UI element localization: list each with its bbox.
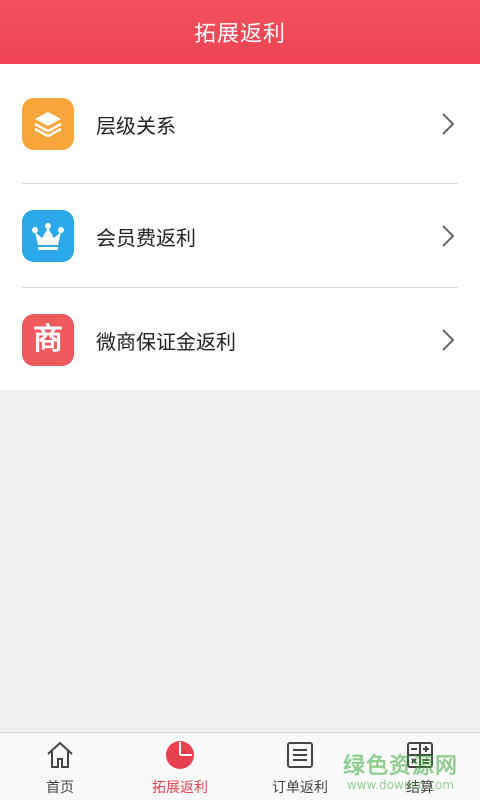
menu-item-label: 会员费返利 — [96, 225, 196, 250]
tab-label: 首页 — [46, 780, 74, 796]
tab-home[interactable]: 首页 — [0, 733, 120, 800]
tab-expand-rebate[interactable]: 拓展返利 — [120, 733, 240, 800]
menu-item-deposit-rebate[interactable]: 商 微商保证金返利 — [0, 288, 480, 392]
crown-icon — [22, 210, 74, 262]
top-header: 拓展返利 — [0, 0, 480, 64]
shop-badge-text: 商 — [33, 322, 63, 357]
tab-order-rebate[interactable]: 订单返利 — [240, 733, 360, 800]
home-icon — [44, 739, 76, 771]
list-icon — [284, 739, 316, 771]
calculator-icon — [404, 739, 436, 771]
tab-label: 拓展返利 — [152, 780, 208, 796]
chevron-right-icon — [428, 320, 468, 360]
rebate-menu: 层级关系 会员费返利 商 微商保证金返利 — [0, 64, 480, 390]
chevron-right-icon — [428, 104, 468, 144]
page-title: 拓展返利 — [193, 22, 286, 47]
shop-badge-icon: 商 — [22, 314, 74, 366]
menu-item-hierarchy[interactable]: 层级关系 — [0, 64, 480, 184]
chevron-right-icon — [428, 216, 468, 256]
menu-item-label: 微商保证金返利 — [96, 329, 236, 354]
tab-label: 订单返利 — [272, 780, 328, 796]
menu-item-membership-rebate[interactable]: 会员费返利 — [0, 184, 480, 288]
tab-settlement[interactable]: 结算 — [360, 733, 480, 800]
bottom-tab-bar: 首页 拓展返利 订单返利 结算 — [0, 732, 480, 800]
tab-label: 结算 — [406, 780, 434, 796]
menu-item-label: 层级关系 — [96, 113, 176, 138]
layers-icon — [22, 98, 74, 150]
pie-chart-icon — [164, 739, 196, 771]
